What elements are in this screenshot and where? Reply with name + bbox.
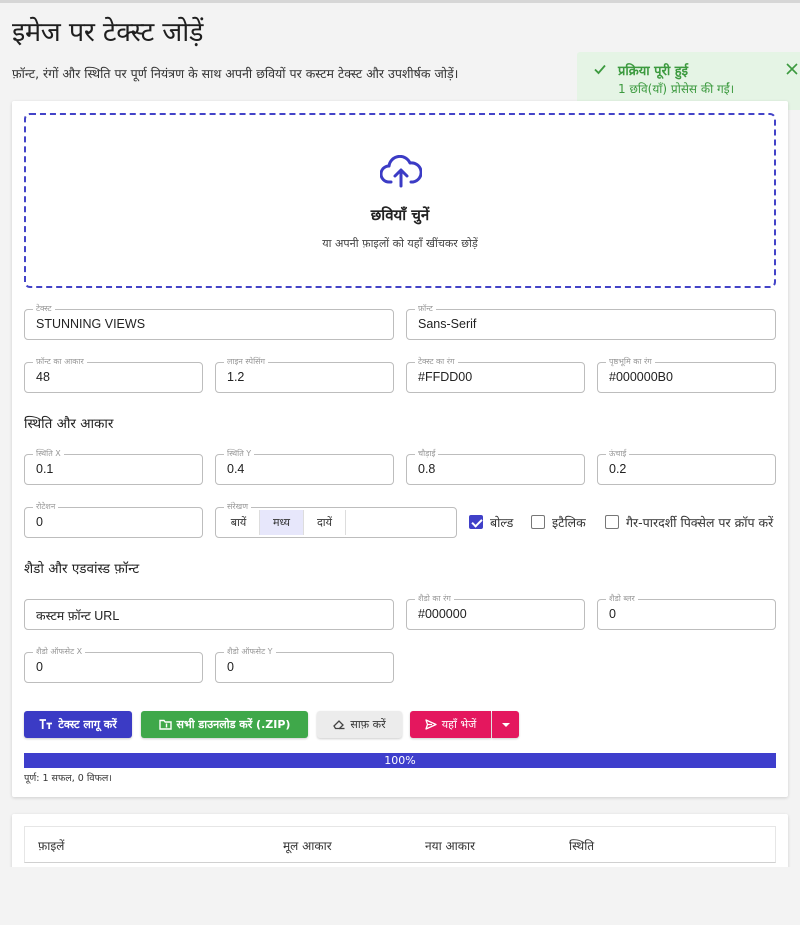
shadow-blur-value: 0 bbox=[609, 607, 616, 621]
page-title: इमेज पर टेक्स्ट जोड़ें bbox=[12, 17, 204, 48]
shadow-offset-x-value: 0 bbox=[36, 660, 43, 674]
download-zip-button[interactable]: सभी डाउनलोड करें (.ZIP) bbox=[141, 711, 308, 738]
align-right-option[interactable]: दायें bbox=[304, 510, 346, 535]
column-status: स्थिति bbox=[569, 839, 595, 853]
rotation-value: 0 bbox=[36, 515, 43, 529]
shadow-color-value: #000000 bbox=[418, 607, 467, 621]
height-label: ऊंचाई bbox=[606, 449, 630, 459]
shadow-offset-y-label: शैडो ऑफसेट Y bbox=[224, 647, 276, 657]
align-center-option[interactable]: मध्य bbox=[260, 510, 304, 535]
shadow-blur-field[interactable]: शैडो ब्लर 0 bbox=[597, 594, 776, 630]
text-color-label: टेक्स्ट का रंग bbox=[415, 357, 458, 367]
apply-text-label: टेक्स्ट लागू करें bbox=[58, 718, 117, 731]
bg-color-value: #000000B0 bbox=[609, 370, 673, 384]
text-color-field[interactable]: टेक्स्ट का रंग #FFDD00 bbox=[406, 357, 585, 393]
font-size-value: 48 bbox=[36, 370, 50, 384]
progress-label: 100% bbox=[384, 754, 416, 767]
page-background bbox=[0, 867, 800, 925]
width-value: 0.8 bbox=[418, 462, 436, 476]
shadow-offset-x-label: शैडो ऑफसेट X bbox=[33, 647, 86, 657]
position-y-label: स्थिति Y bbox=[224, 449, 255, 459]
text-color-value: #FFDD00 bbox=[418, 370, 473, 384]
apply-text-button[interactable]: टेक्स्ट लागू करें bbox=[24, 711, 132, 738]
position-section-title: स्थिति और आकार bbox=[24, 416, 114, 432]
height-value: 0.2 bbox=[609, 462, 627, 476]
position-x-value: 0.1 bbox=[36, 462, 54, 476]
rotation-field[interactable]: रोटेशन 0 bbox=[24, 502, 203, 538]
progress-bar: 100% bbox=[24, 753, 776, 768]
custom-font-url-value: कस्टम फ़ॉन्ट URL bbox=[36, 609, 120, 623]
height-field[interactable]: ऊंचाई 0.2 bbox=[597, 449, 776, 485]
font-field-value: Sans-Serif bbox=[418, 317, 477, 331]
dropzone-title: छवियाँ चुनें bbox=[370, 206, 430, 224]
shadow-color-label: शैडो का रंग bbox=[415, 594, 454, 604]
clear-button[interactable]: साफ़ करें bbox=[317, 711, 402, 738]
bg-color-label: पृष्ठभूमि का रंग bbox=[606, 357, 655, 367]
toast-title: प्रक्रिया पूरी हुई bbox=[618, 64, 689, 79]
crop-checkbox-box[interactable] bbox=[605, 515, 619, 529]
text-format-icon bbox=[39, 719, 53, 729]
position-x-label: स्थिति X bbox=[33, 449, 64, 459]
send-here-label: यहाँ भेजें bbox=[441, 718, 477, 731]
top-border bbox=[0, 0, 800, 3]
width-field[interactable]: चौड़ाई 0.8 bbox=[406, 449, 585, 485]
width-label: चौड़ाई bbox=[415, 449, 439, 459]
files-table-header: फ़ाइलें मूल आकार नया आकार स्थिति bbox=[24, 826, 776, 863]
cloud-upload-icon bbox=[380, 155, 422, 188]
clear-label: साफ़ करें bbox=[350, 718, 386, 731]
text-field[interactable]: टेक्स्ट STUNNING VIEWS bbox=[24, 304, 394, 340]
file-dropzone[interactable]: छवियाँ चुनें या अपनी फ़ाइलों को यहाँ खीं… bbox=[24, 113, 776, 288]
bold-checkbox-label: बोल्ड bbox=[490, 514, 514, 530]
shadow-section-title: शैडो और एडवांस्ड फ़ॉन्ट bbox=[24, 561, 140, 577]
line-spacing-field[interactable]: लाइन स्पेसिंग 1.2 bbox=[215, 357, 394, 393]
italic-checkbox-label: इटैलिक bbox=[552, 514, 586, 530]
progress-status: पूर्ण: 1 सफल, 0 विफल। bbox=[24, 773, 112, 784]
position-y-value: 0.4 bbox=[227, 462, 245, 476]
crop-checkbox[interactable]: गैर-पारदर्शी पिक्सेल पर क्रॉप करें bbox=[605, 512, 773, 532]
italic-checkbox-box[interactable] bbox=[531, 515, 545, 529]
page-subtitle: फ़ॉन्ट, रंगों और स्थिति पर पूर्ण नियंत्र… bbox=[12, 66, 459, 81]
column-new-size: नया आकार bbox=[425, 839, 476, 853]
editor-card: छवियाँ चुनें या अपनी फ़ाइलों को यहाँ खीं… bbox=[12, 101, 788, 797]
bg-color-field[interactable]: पृष्ठभूमि का रंग #000000B0 bbox=[597, 357, 776, 393]
font-size-label: फ़ॉन्ट का आकार bbox=[33, 357, 87, 367]
shadow-offset-y-value: 0 bbox=[227, 660, 234, 674]
position-y-field[interactable]: स्थिति Y 0.4 bbox=[215, 449, 394, 485]
font-field-label: फ़ॉन्ट bbox=[415, 304, 436, 314]
toast-message: 1 छवि(याँ) प्रोसेस की गईं। bbox=[618, 82, 735, 96]
align-left-option[interactable]: बायें bbox=[218, 510, 260, 535]
shadow-offset-y-field[interactable]: शैडो ऑफसेट Y 0 bbox=[215, 647, 394, 683]
folder-zip-icon bbox=[158, 719, 172, 730]
text-field-value: STUNNING VIEWS bbox=[36, 317, 146, 331]
alignment-selector: संरेखण बायें मध्य दायें bbox=[215, 502, 457, 538]
send-icon bbox=[425, 719, 437, 730]
line-spacing-label: लाइन स्पेसिंग bbox=[224, 357, 269, 367]
font-field[interactable]: फ़ॉन्ट Sans-Serif bbox=[406, 304, 776, 340]
bold-checkbox-box[interactable] bbox=[469, 515, 483, 529]
position-x-field[interactable]: स्थिति X 0.1 bbox=[24, 449, 203, 485]
column-files: फ़ाइलें bbox=[38, 839, 65, 853]
custom-font-url-field[interactable]: कस्टम फ़ॉन्ट URL bbox=[24, 599, 394, 630]
rotation-label: रोटेशन bbox=[33, 502, 59, 512]
crop-checkbox-label: गैर-पारदर्शी पिक्सेल पर क्रॉप करें bbox=[626, 514, 774, 530]
send-dropdown-toggle[interactable] bbox=[492, 711, 519, 738]
eraser-icon bbox=[333, 720, 345, 730]
bold-checkbox[interactable]: बोल्ड bbox=[469, 512, 513, 532]
column-original-size: मूल आकार bbox=[283, 839, 332, 853]
italic-checkbox[interactable]: इटैलिक bbox=[531, 512, 586, 532]
send-here-button[interactable]: यहाँ भेजें bbox=[410, 711, 491, 738]
font-size-field[interactable]: फ़ॉन्ट का आकार 48 bbox=[24, 357, 203, 393]
shadow-blur-label: शैडो ब्लर bbox=[606, 594, 638, 604]
check-icon bbox=[594, 64, 606, 75]
dropzone-hint: या अपनी फ़ाइलों को यहाँ खींचकर छोड़ें bbox=[322, 237, 478, 250]
shadow-offset-x-field[interactable]: शैडो ऑफसेट X 0 bbox=[24, 647, 203, 683]
shadow-color-field[interactable]: शैडो का रंग #000000 bbox=[406, 594, 585, 630]
text-field-label: टेक्स्ट bbox=[33, 304, 55, 314]
close-icon[interactable] bbox=[784, 61, 800, 77]
line-spacing-value: 1.2 bbox=[227, 370, 245, 384]
download-zip-label: सभी डाउनलोड करें (.ZIP) bbox=[176, 718, 291, 731]
